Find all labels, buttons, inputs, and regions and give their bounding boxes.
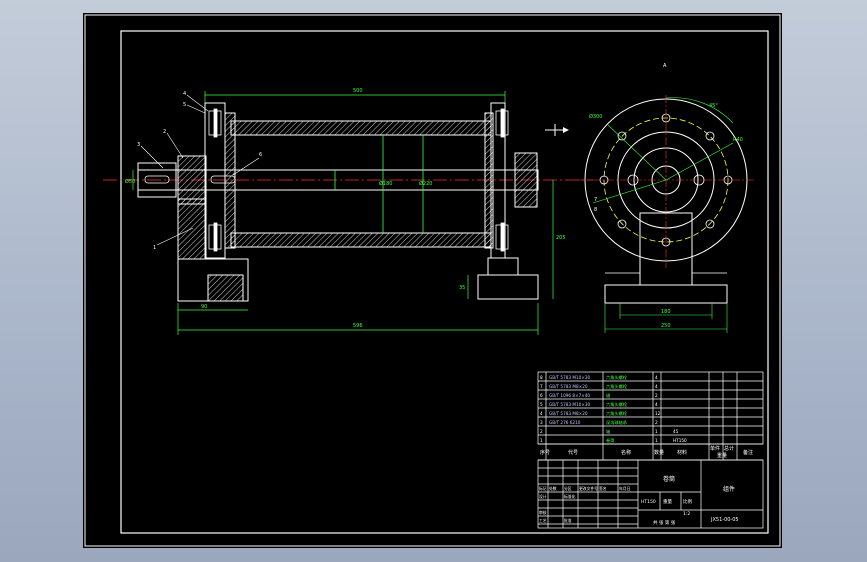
- parts-row-name: 键: [606, 392, 611, 399]
- signature-label: 批准: [564, 518, 572, 523]
- cad-workspace: 500 596 90 205 35 Ø50 Ø180 Ø220 1 2 3 4 …: [0, 0, 867, 562]
- parts-row-qty: 12: [655, 411, 661, 416]
- parts-row-seq: 1: [540, 438, 543, 443]
- parts-row-name: 六角头螺栓: [606, 410, 628, 417]
- key-slot-left: [144, 175, 170, 184]
- dim-overall-length: 596: [353, 323, 363, 329]
- assembly-name: 组件: [723, 485, 735, 493]
- signature-labels: 标记 处数 分区 更改文件号 签名 年月日设计审核工艺 标准化批准: [539, 486, 631, 523]
- parts-row-code: GB/T 5783 M10×30: [549, 375, 591, 380]
- parts-row-name: 六角头螺栓: [606, 374, 628, 381]
- parts-row-seq: 3: [540, 420, 543, 425]
- drum-wall-bottom: [230, 232, 492, 248]
- right-bearing: [514, 152, 538, 208]
- weight-label: 重量: [663, 498, 672, 505]
- header-total-weight: 总计: [724, 445, 734, 452]
- parts-row-seq: 6: [540, 393, 543, 398]
- callout-6: 6: [259, 152, 262, 158]
- callout-8: 8: [594, 207, 597, 213]
- header-weight: 重量: [717, 452, 727, 459]
- signature-label: 标记: [539, 486, 547, 491]
- title-block-text: 卷筒 组件 JX51-00-05 HT150 重量 比例 1:2 共 张 第 张: [641, 475, 739, 526]
- dim-center-height: 205: [556, 235, 566, 241]
- dim-drum-inner: Ø180: [379, 180, 392, 187]
- parts-list-rows: 8 GB/T 5783 M10×30 六角头螺栓 4 7 GB/T 5783 M8×20 六…: [540, 374, 687, 444]
- signature-label: 签名: [599, 486, 607, 491]
- side-centerlines: [578, 95, 755, 268]
- drawing-sheet: 500 596 90 205 35 Ø50 Ø180 Ø220 1 2 3 4 …: [83, 13, 782, 548]
- parts-row-seq: 8: [540, 375, 543, 380]
- signature-label: 年月日: [619, 486, 631, 491]
- header-unit-weight: 单件: [710, 445, 720, 452]
- callout-3: 3: [137, 142, 140, 148]
- signature-label: 工艺: [539, 518, 547, 523]
- header-code: 代号: [568, 449, 578, 456]
- side-base: [604, 284, 728, 304]
- header-qty: 数量: [654, 449, 664, 456]
- dim-base-length: 90: [201, 304, 207, 310]
- front-section-view: 500 596 90 205 35 Ø50 Ø180 Ø220 1 2 3 4 …: [103, 88, 593, 335]
- parts-row-seq: 7: [540, 384, 543, 389]
- dim-drum-outer: Ø220: [419, 180, 432, 187]
- parts-row-qty: 4: [655, 402, 658, 407]
- header-name: 名称: [621, 449, 631, 456]
- parts-row-name: 轴: [606, 428, 610, 435]
- view-label: A: [663, 63, 667, 69]
- parts-row-qty: 2: [655, 420, 658, 425]
- parts-row-seq: 5: [540, 402, 543, 407]
- cad-drawing: 500 596 90 205 35 Ø50 Ø180 Ø220 1 2 3 4 …: [84, 14, 781, 547]
- signature-label: 审核: [539, 510, 547, 515]
- parts-list-header: 序号 代号 名称 数量 材料 单件 总计 重量 备注: [540, 445, 753, 459]
- dim-flange-pcd: Ø300: [589, 113, 602, 120]
- header-material: 材料: [677, 449, 687, 456]
- signature-label: 分区: [564, 486, 572, 491]
- parts-row-code: GB/T 5783 M10×30: [549, 402, 591, 407]
- parts-row-qty: 2: [655, 393, 658, 398]
- header-note: 备注: [743, 449, 753, 456]
- header-seq: 序号: [540, 449, 550, 456]
- part-name: 卷筒: [663, 475, 675, 483]
- dim-radius: R40: [733, 137, 743, 143]
- signature-label: 处数: [549, 486, 557, 491]
- material-value: HT150: [641, 499, 656, 505]
- parts-row-name: 卷筒: [606, 437, 614, 444]
- callout-1: 1: [153, 245, 156, 251]
- dim-base-total: 250: [661, 323, 671, 329]
- dim-shaft-dia: Ø50: [125, 178, 135, 185]
- callout-7: 7: [594, 197, 597, 203]
- callout-4: 4: [183, 91, 186, 97]
- parts-row-code: GB/T 5783 M8×20: [549, 384, 588, 389]
- parts-row-qty: 1: [655, 438, 658, 443]
- parts-row-material: HT150: [673, 438, 687, 443]
- drawing-number: JX51-00-05: [710, 517, 739, 523]
- callout-2: 2: [163, 129, 166, 135]
- parts-row-name: 六角头螺栓: [606, 383, 628, 390]
- side-view: 180 250 Ø300 45° R40 A 7 8: [578, 63, 755, 333]
- parts-row-seq: 2: [540, 429, 543, 434]
- dim-foot-height: 35: [459, 285, 465, 291]
- drum-wall-top: [230, 120, 492, 136]
- parts-row-name: 六角头螺栓: [606, 401, 628, 408]
- parts-row-name: 深沟球轴承: [606, 419, 628, 426]
- scale-value: 1:2: [683, 511, 690, 517]
- parts-row-code: GB/T 5783 M8×20: [549, 411, 588, 416]
- scale-label: 比例: [683, 498, 692, 505]
- sheet-info: 共 张 第 张: [653, 519, 676, 526]
- dim-base-width: 180: [661, 309, 671, 315]
- signature-label: 设计: [539, 494, 547, 499]
- signature-label: 更改文件号: [579, 486, 598, 491]
- dim-bolt-angle: 45°: [709, 103, 718, 109]
- right-pedestal: [477, 274, 539, 300]
- parts-row-code: GB/T 276 6210: [549, 420, 581, 425]
- parts-row-seq: 4: [540, 411, 543, 416]
- callout-5: 5: [183, 102, 186, 108]
- parts-row-qty: 4: [655, 375, 658, 380]
- parts-row-qty: 1: [655, 429, 658, 434]
- dim-drum-length: 500: [353, 88, 363, 94]
- parts-row-material: 45: [673, 429, 679, 434]
- parts-row-code: GB/T 1096 8×7×40: [549, 393, 590, 398]
- left-bearing-housing: [177, 155, 207, 205]
- signature-label: 标准化: [564, 494, 576, 499]
- parts-row-qty: 4: [655, 384, 658, 389]
